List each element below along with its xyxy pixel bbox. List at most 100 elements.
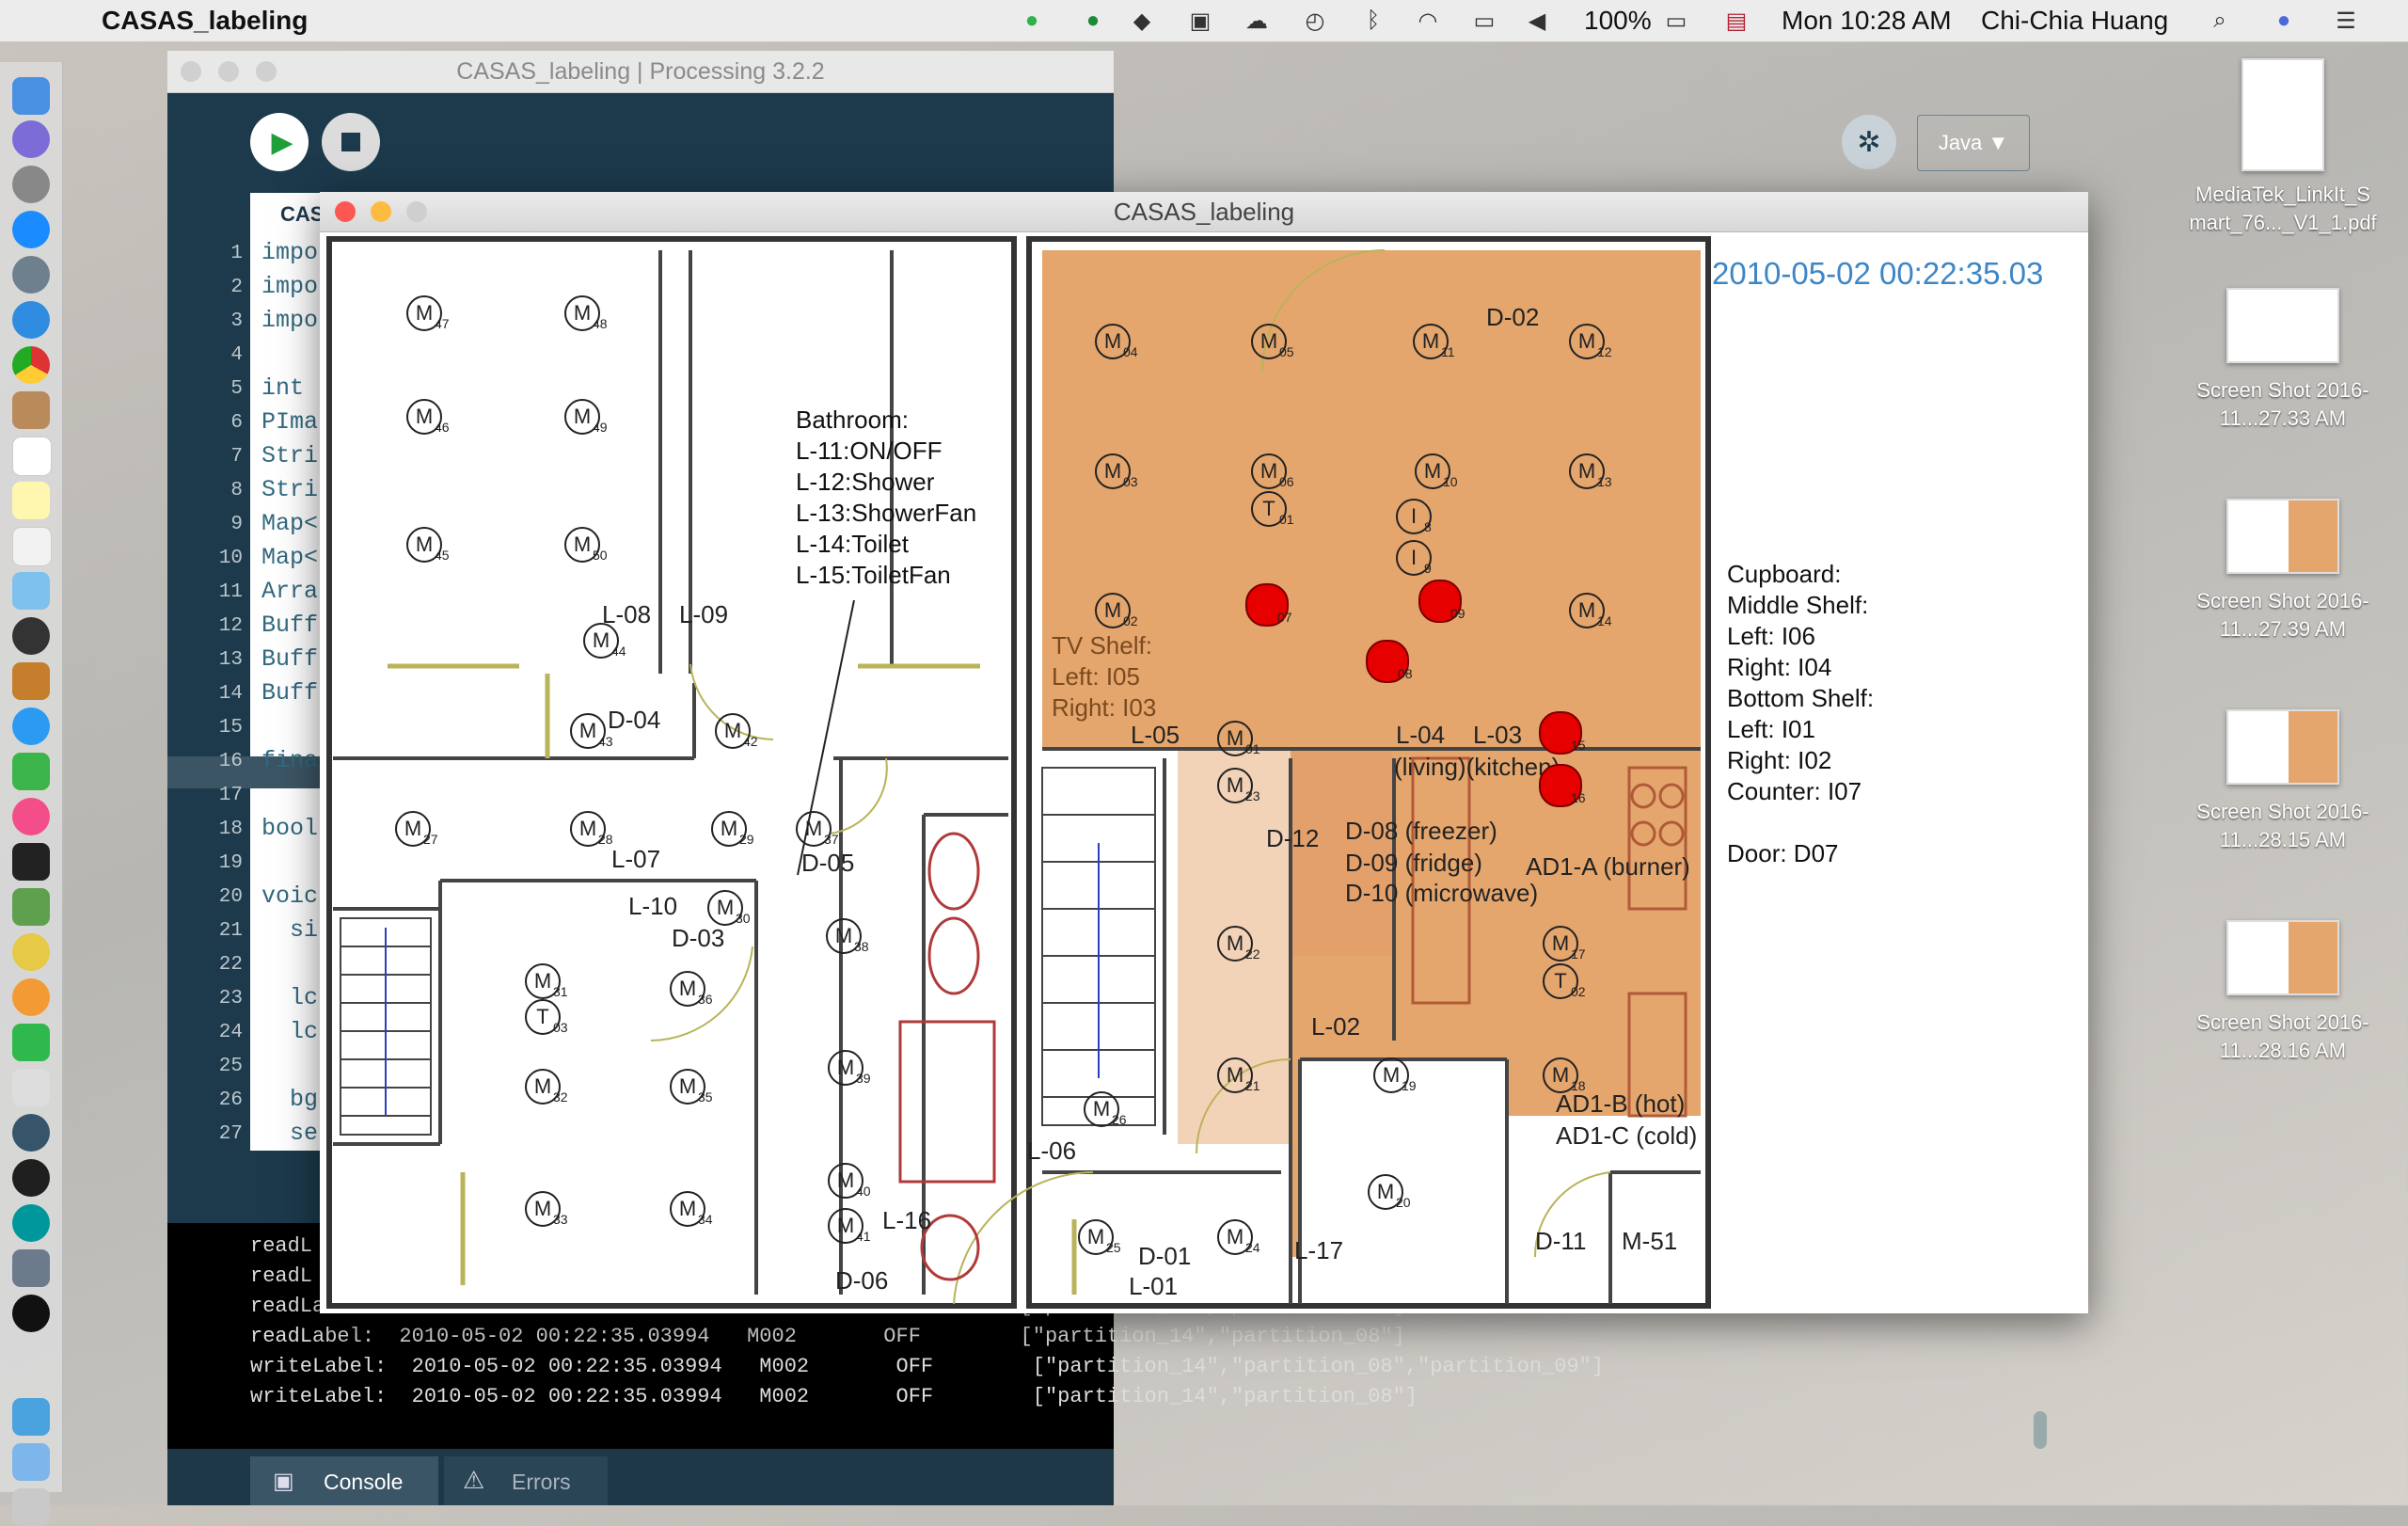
- desktop-file-pdf[interactable]: MediaTek_LinkIt_S mart_76..._V1_1.pdf: [2175, 58, 2391, 237]
- stickies-icon[interactable]: [12, 933, 50, 971]
- warning-icon: ⚠: [463, 1466, 485, 1494]
- plan-label: D-03: [672, 924, 725, 952]
- chrome-icon[interactable]: [12, 346, 50, 384]
- cupboard-legend: Cupboard: Middle Shelf: Left: I06 Right: I0…: [1727, 559, 1874, 869]
- terminal-icon[interactable]: [12, 843, 50, 881]
- plan-label: D-02: [1486, 303, 1540, 331]
- app-name[interactable]: CASAS_labeling: [102, 6, 308, 36]
- code-line: lc: [261, 1018, 319, 1045]
- sketch-tab[interactable]: CAS: [250, 193, 325, 229]
- desktop-file-screenshot[interactable]: Screen Shot 2016-11...27.39 AM: [2175, 499, 2391, 644]
- sensor-number: 03: [1123, 474, 1138, 489]
- quicktime-icon[interactable]: [12, 1114, 50, 1152]
- code-line: Arra: [261, 578, 319, 605]
- errors-tab[interactable]: ⚠ Errors: [444, 1456, 608, 1505]
- line-icon[interactable]: ●: [1019, 8, 1045, 34]
- firefox-icon[interactable]: [12, 978, 50, 1016]
- plan-label: (living)(kitchen): [1394, 753, 1560, 781]
- desktop-file-screenshot[interactable]: Screen Shot 2016-11...28.15 AM: [2175, 709, 2391, 854]
- legend-line: Left: I05: [1052, 662, 1140, 691]
- documents-folder-icon[interactable]: [12, 1443, 50, 1481]
- trash-icon[interactable]: [12, 1488, 50, 1526]
- sensor-number: 50: [593, 548, 608, 563]
- calculator-icon[interactable]: [12, 888, 50, 926]
- bluetooth-icon[interactable]: ᛒ: [1360, 8, 1386, 34]
- casas-title-bar: CASAS_labeling: [320, 192, 2088, 232]
- console-tab[interactable]: ▣ Console: [250, 1456, 438, 1505]
- debugger-button[interactable]: ✲: [1842, 115, 1896, 169]
- code-line: si: [261, 916, 319, 944]
- preview-icon[interactable]: [12, 1249, 50, 1287]
- launchpad-icon[interactable]: [12, 256, 50, 294]
- cloud-icon[interactable]: ☁: [1244, 8, 1270, 34]
- spotlight-search-icon[interactable]: ⌕: [2207, 8, 2233, 34]
- line-number: 24: [218, 1022, 243, 1043]
- lock-icon[interactable]: ▣: [1187, 8, 1213, 34]
- reminders-icon[interactable]: [12, 527, 52, 566]
- messages-icon[interactable]: [12, 707, 50, 745]
- legend-line: [1727, 807, 1874, 838]
- textedit-icon[interactable]: [12, 1069, 50, 1106]
- sensor-number: 06: [1279, 474, 1294, 489]
- line-number: 10: [218, 548, 243, 569]
- desktop-file-screenshot[interactable]: Screen Shot 2016-11...28.16 AM: [2175, 920, 2391, 1065]
- legend-line: L-11:ON/OFF: [796, 437, 943, 465]
- code-line: Stri: [261, 442, 319, 469]
- legend-line: Middle Shelf:: [1727, 591, 1869, 619]
- input-source-flag-icon[interactable]: ▤: [1723, 8, 1750, 34]
- menubar-user[interactable]: Chi-Chia Huang: [1981, 6, 2168, 36]
- time-machine-icon[interactable]: ◴: [1302, 8, 1328, 34]
- battery-icon[interactable]: ▭: [1656, 8, 1697, 34]
- siri-dock-icon[interactable]: [12, 120, 50, 158]
- wifi-icon[interactable]: ◠: [1415, 8, 1441, 34]
- code-line: PIma: [261, 408, 319, 436]
- downloads-folder-icon[interactable]: [12, 1398, 50, 1436]
- itunes-icon[interactable]: [12, 798, 50, 835]
- facetime-icon[interactable]: [12, 753, 50, 790]
- sublime-icon[interactable]: [12, 662, 50, 700]
- plan-label: L-17: [1294, 1236, 1344, 1264]
- desktop-file-screenshot[interactable]: Screen Shot 2016-11...27.33 AM: [2175, 288, 2391, 433]
- plan-label: D-09 (fridge): [1345, 849, 1482, 877]
- safari-icon[interactable]: [12, 301, 50, 339]
- line-number: 8: [230, 480, 243, 501]
- stop-icon: [341, 133, 360, 151]
- notification-center-icon[interactable]: ☰: [2333, 8, 2359, 34]
- finder-icon[interactable]: [12, 77, 50, 115]
- dropbox-icon[interactable]: ◆: [1129, 8, 1155, 34]
- app-store-icon[interactable]: [12, 211, 50, 248]
- plan-label: M-51: [1622, 1227, 1678, 1255]
- system-preferences-icon[interactable]: [12, 166, 50, 203]
- plan-label: D-04: [608, 706, 661, 734]
- siri-icon[interactable]: ●: [2271, 8, 2297, 34]
- line-number: 7: [230, 446, 243, 468]
- play-icon: ▶: [271, 126, 293, 158]
- plan-label: D-06: [835, 1266, 889, 1295]
- console-scrollbar[interactable]: [2034, 1411, 2047, 1449]
- media-player-icon[interactable]: [12, 1295, 50, 1332]
- sensor-number: 46: [435, 420, 450, 435]
- mode-selector[interactable]: Java ▼: [1917, 115, 2030, 171]
- line-number: 1: [230, 243, 243, 264]
- errors-tab-label: Errors: [512, 1470, 571, 1494]
- contacts-icon[interactable]: [12, 391, 50, 429]
- line-dock-icon[interactable]: [12, 1024, 50, 1061]
- photos-icon[interactable]: [12, 572, 50, 610]
- processing-icon[interactable]: [12, 1159, 50, 1197]
- calendar-icon[interactable]: [12, 437, 52, 476]
- menubar-datetime[interactable]: Mon 10:28 AM: [1782, 6, 1952, 36]
- arduino-icon[interactable]: [12, 1204, 50, 1242]
- legend-line: L-12:Shower: [796, 468, 935, 496]
- run-button[interactable]: ▶: [250, 113, 309, 171]
- sensor-number: 20: [1396, 1195, 1411, 1210]
- photo-booth-icon[interactable]: [12, 617, 50, 655]
- plan-label: L-02: [1311, 1012, 1361, 1041]
- shazam-icon[interactable]: ●: [1080, 8, 1106, 34]
- line-number: 3: [230, 310, 243, 332]
- airplay-icon[interactable]: ▭: [1471, 8, 1497, 34]
- stop-button[interactable]: [322, 113, 380, 171]
- line-number: 25: [218, 1056, 243, 1077]
- volume-icon[interactable]: ◀: [1524, 8, 1550, 34]
- legend-line: Right: I04: [1727, 653, 1832, 681]
- notes-icon[interactable]: [12, 482, 50, 519]
